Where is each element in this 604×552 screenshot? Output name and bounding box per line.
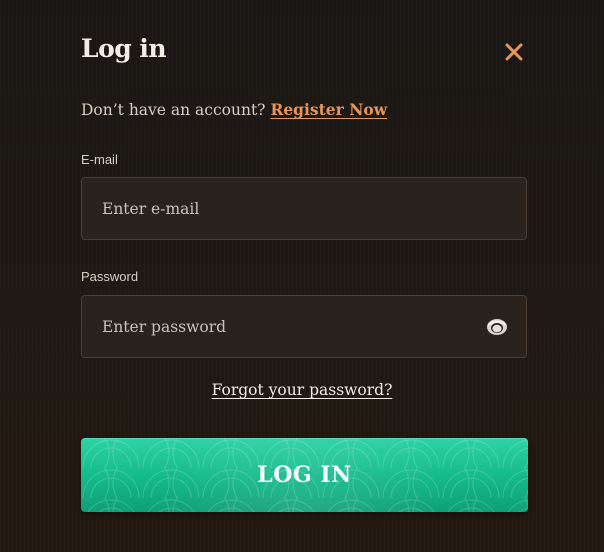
register-prompt-text: Don’t have an account?	[81, 101, 266, 119]
modal-title: Log in	[81, 34, 167, 63]
login-modal: Log in Don’t have an account? Register N…	[0, 0, 604, 552]
password-input[interactable]	[102, 296, 482, 357]
email-field-container	[81, 177, 527, 240]
forgot-password-row: Forgot your password?	[0, 381, 604, 399]
login-button[interactable]: LOG IN	[81, 438, 528, 512]
password-field-container	[81, 295, 527, 358]
email-input[interactable]	[102, 178, 482, 239]
show-password-toggle[interactable]	[486, 317, 508, 337]
register-now-link[interactable]: Register Now	[270, 100, 387, 119]
password-label: Password	[81, 269, 139, 284]
login-button-label: LOG IN	[257, 462, 352, 488]
register-prompt: Don’t have an account? Register Now	[81, 100, 387, 119]
close-button[interactable]	[502, 40, 526, 64]
close-icon	[505, 43, 523, 61]
eye-icon	[487, 319, 507, 335]
forgot-password-link[interactable]: Forgot your password?	[212, 381, 393, 399]
email-label: E-mail	[81, 152, 118, 167]
